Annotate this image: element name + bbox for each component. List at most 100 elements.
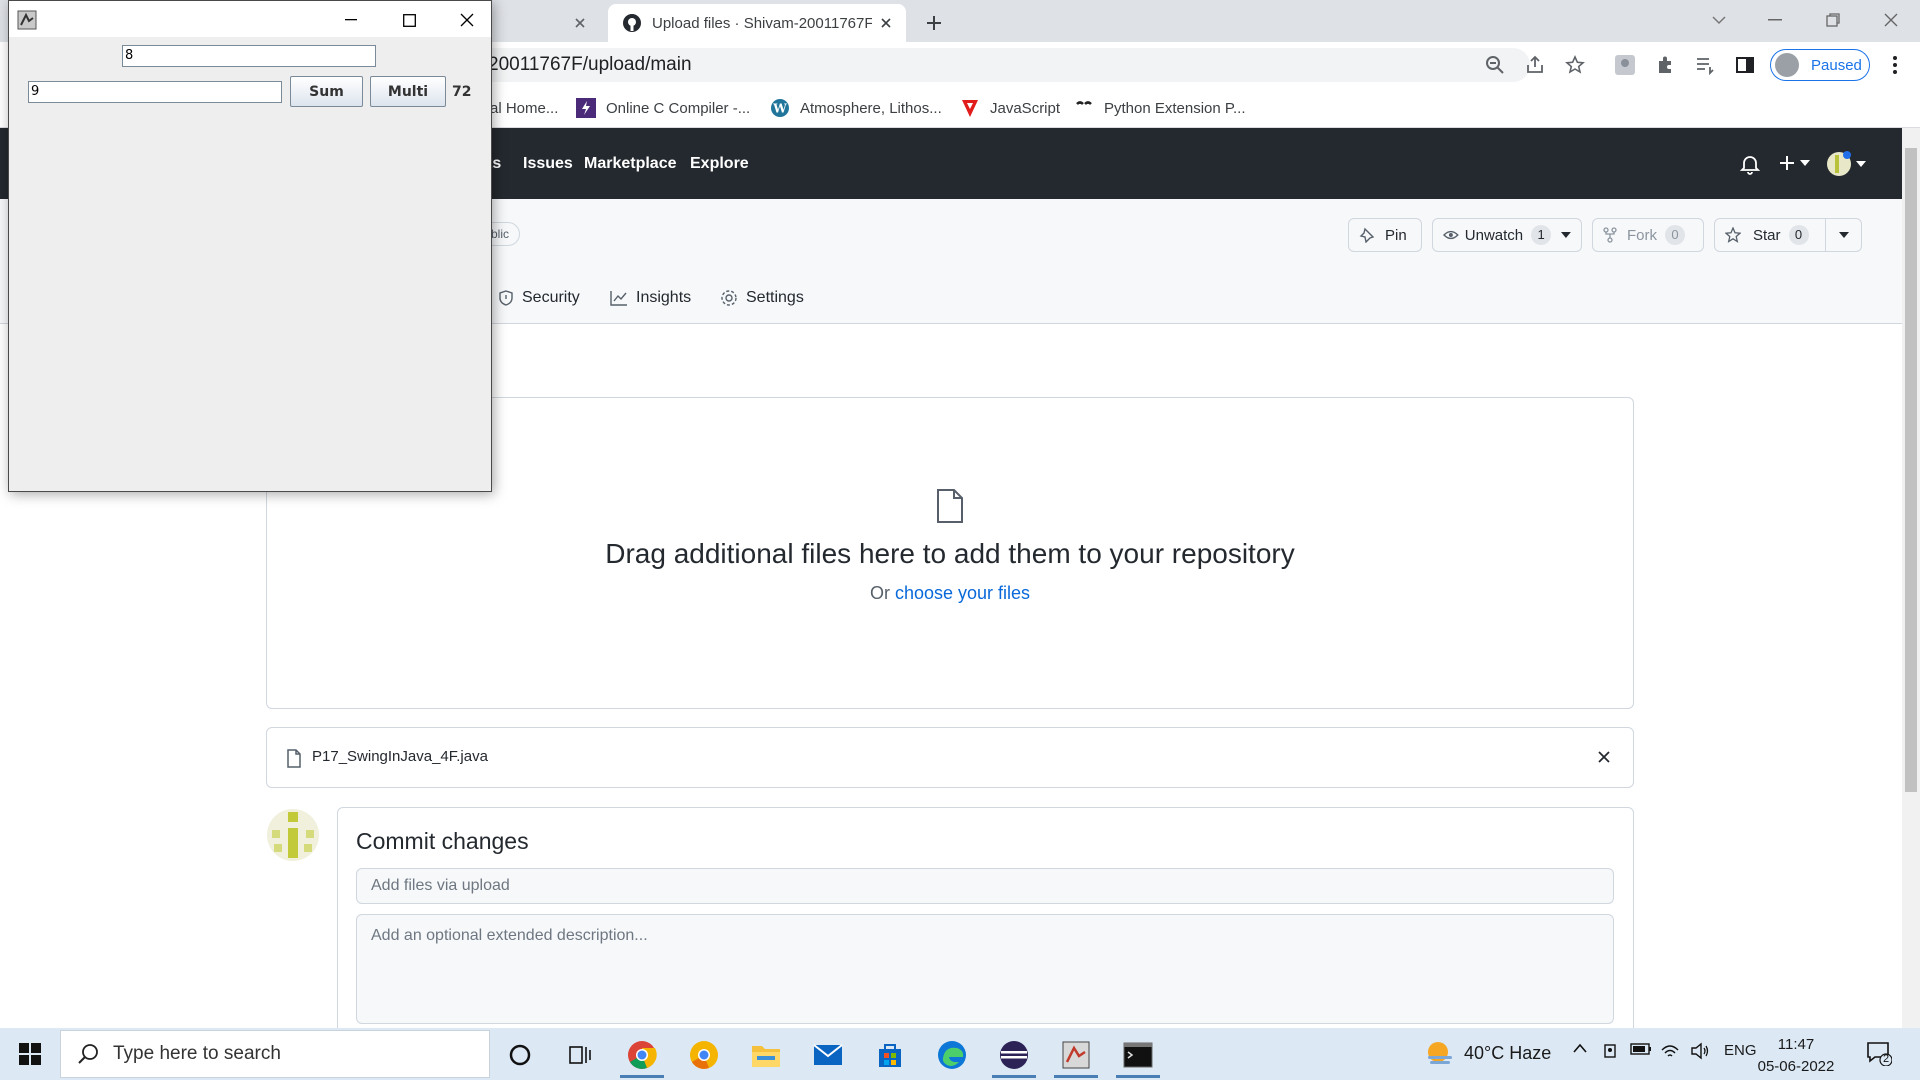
tab-insights[interactable]: Insights xyxy=(610,286,691,310)
caret-down-icon xyxy=(1561,232,1571,238)
microsoft-store-icon[interactable] xyxy=(862,1032,918,1078)
graph-icon xyxy=(610,291,627,306)
tab-settings[interactable]: Settings xyxy=(720,286,804,310)
meet-now-icon[interactable] xyxy=(1602,1042,1620,1060)
minimize-icon[interactable] xyxy=(1746,0,1804,40)
commit-description-textarea[interactable]: Add an optional extended description... xyxy=(356,914,1614,1024)
user-menu[interactable] xyxy=(1826,151,1866,177)
task-view-icon[interactable] xyxy=(552,1032,608,1078)
commit-summary-input[interactable]: Add files via upload xyxy=(356,868,1614,904)
chrome-icon[interactable] xyxy=(614,1032,670,1078)
star-list-dropdown[interactable] xyxy=(1825,218,1862,252)
notification-center-icon[interactable]: 2 xyxy=(1866,1040,1892,1066)
unwatch-button[interactable]: Unwatch 1 xyxy=(1432,218,1582,252)
windows-start-icon[interactable] xyxy=(0,1028,60,1080)
java-app-icon xyxy=(17,10,37,30)
nav-explore-link[interactable]: Explore xyxy=(690,155,749,173)
eclipse-icon[interactable] xyxy=(986,1032,1042,1078)
maximize-icon[interactable] xyxy=(385,7,433,33)
chrome-canary-icon[interactable] xyxy=(676,1032,732,1078)
share-icon[interactable] xyxy=(1522,52,1548,78)
file-icon xyxy=(934,488,966,524)
command-prompt-icon[interactable] xyxy=(1110,1032,1166,1078)
close-window-icon[interactable] xyxy=(443,7,491,33)
swing-app-window xyxy=(8,0,492,492)
drop-zone-subtitle: Or choose your files xyxy=(869,583,1031,603)
nav-marketplace-link[interactable]: Marketplace xyxy=(584,155,677,173)
bookmark-star-icon[interactable] xyxy=(1562,52,1588,78)
restore-icon[interactable] xyxy=(1804,0,1862,40)
bookmark-item[interactable]: W Atmosphere, Lithos... xyxy=(770,96,942,120)
zoom-icon[interactable] xyxy=(1482,52,1508,78)
language-indicator[interactable]: ENG xyxy=(1724,1042,1757,1059)
bookmark-item[interactable]: Python Extension P... xyxy=(1074,96,1245,120)
scrollbar-thumb[interactable] xyxy=(1905,148,1917,792)
caret-down-icon xyxy=(1800,160,1810,166)
python-icon xyxy=(1074,98,1094,118)
tab-security[interactable]: Security xyxy=(498,286,580,310)
more-menu-icon[interactable] xyxy=(1882,52,1908,78)
bookmark-item[interactable]: al Home... xyxy=(490,96,558,120)
mail-icon[interactable] xyxy=(800,1032,856,1078)
fork-count: 0 xyxy=(1665,225,1685,245)
profile-button[interactable]: Paused xyxy=(1770,49,1870,81)
wordpress-icon: W xyxy=(770,98,790,118)
battery-icon[interactable] xyxy=(1630,1042,1652,1056)
notification-count: 2 xyxy=(1883,1053,1890,1065)
cortana-icon[interactable] xyxy=(492,1032,548,1078)
edge-icon[interactable] xyxy=(924,1032,980,1078)
new-tab-icon[interactable] xyxy=(920,9,948,37)
java-app-taskbar-icon[interactable] xyxy=(1048,1032,1104,1078)
pin-button[interactable]: Pin xyxy=(1348,218,1422,252)
weather-widget[interactable]: 40°C Haze xyxy=(1424,1040,1551,1066)
avatar xyxy=(266,808,320,862)
extensions-puzzle-icon[interactable] xyxy=(1652,52,1678,78)
system-clock[interactable]: 11:47 05-06-2022 xyxy=(1756,1034,1836,1078)
reading-list-icon[interactable] xyxy=(1692,52,1718,78)
fork-button[interactable]: Fork 0 xyxy=(1592,218,1704,252)
watch-count: 1 xyxy=(1531,225,1552,245)
browser-tab-active[interactable]: Upload files · Shivam-20011767F xyxy=(608,4,906,42)
avatar xyxy=(1775,53,1799,77)
close-tab-icon[interactable] xyxy=(570,13,590,33)
side-panel-icon[interactable] xyxy=(1732,52,1758,78)
drop-zone-title: Drag additional files here to add them t… xyxy=(605,538,1295,569)
tab-search-icon[interactable] xyxy=(1690,0,1748,40)
shield-icon xyxy=(499,290,513,306)
nav-issues-link[interactable]: Issues xyxy=(523,155,573,173)
search-icon xyxy=(78,1044,98,1064)
caret-down-icon xyxy=(1856,161,1866,167)
wifi-icon[interactable] xyxy=(1660,1042,1680,1060)
first-number-field[interactable]: 8 xyxy=(122,45,376,67)
fork-icon xyxy=(1603,227,1617,243)
svg-text:W: W xyxy=(772,102,787,116)
uploaded-file-name: P17_SwingInJava_4F.java xyxy=(312,748,488,765)
show-hidden-icons-icon[interactable] xyxy=(1572,1042,1588,1054)
taskbar-search-box[interactable]: Type here to search xyxy=(60,1030,490,1078)
multi-button[interactable]: Multi xyxy=(370,76,446,107)
extension-avatar-icon[interactable] xyxy=(1612,52,1638,78)
plus-icon xyxy=(1780,156,1794,170)
sum-button[interactable]: Sum xyxy=(290,76,363,107)
notifications-bell-icon[interactable] xyxy=(1739,153,1761,175)
volume-icon[interactable] xyxy=(1690,1042,1710,1060)
star-icon xyxy=(1725,227,1741,243)
commit-title: Commit changes xyxy=(356,828,529,854)
file-explorer-icon[interactable] xyxy=(738,1032,794,1078)
caret-down-icon xyxy=(1838,232,1849,238)
file-icon xyxy=(286,749,302,768)
close-tab-icon[interactable] xyxy=(876,13,896,33)
second-number-field[interactable]: 9 xyxy=(28,81,282,103)
swing-title-bar[interactable] xyxy=(9,1,491,37)
bookmark-item[interactable]: Online C Compiler -... xyxy=(576,96,750,120)
javascript-icon xyxy=(960,98,980,118)
create-new-dropdown[interactable] xyxy=(1778,154,1810,172)
bookmark-item[interactable]: JavaScript xyxy=(960,96,1060,120)
minimize-icon[interactable] xyxy=(327,7,375,33)
star-button[interactable]: Star 0 xyxy=(1714,218,1826,252)
choose-files-link[interactable]: choose your files xyxy=(895,583,1030,603)
remove-file-icon[interactable] xyxy=(1598,751,1610,763)
weather-haze-icon xyxy=(1428,1042,1452,1064)
close-window-icon[interactable] xyxy=(1862,0,1920,40)
clock-date: 05-06-2022 xyxy=(1757,1058,1835,1075)
